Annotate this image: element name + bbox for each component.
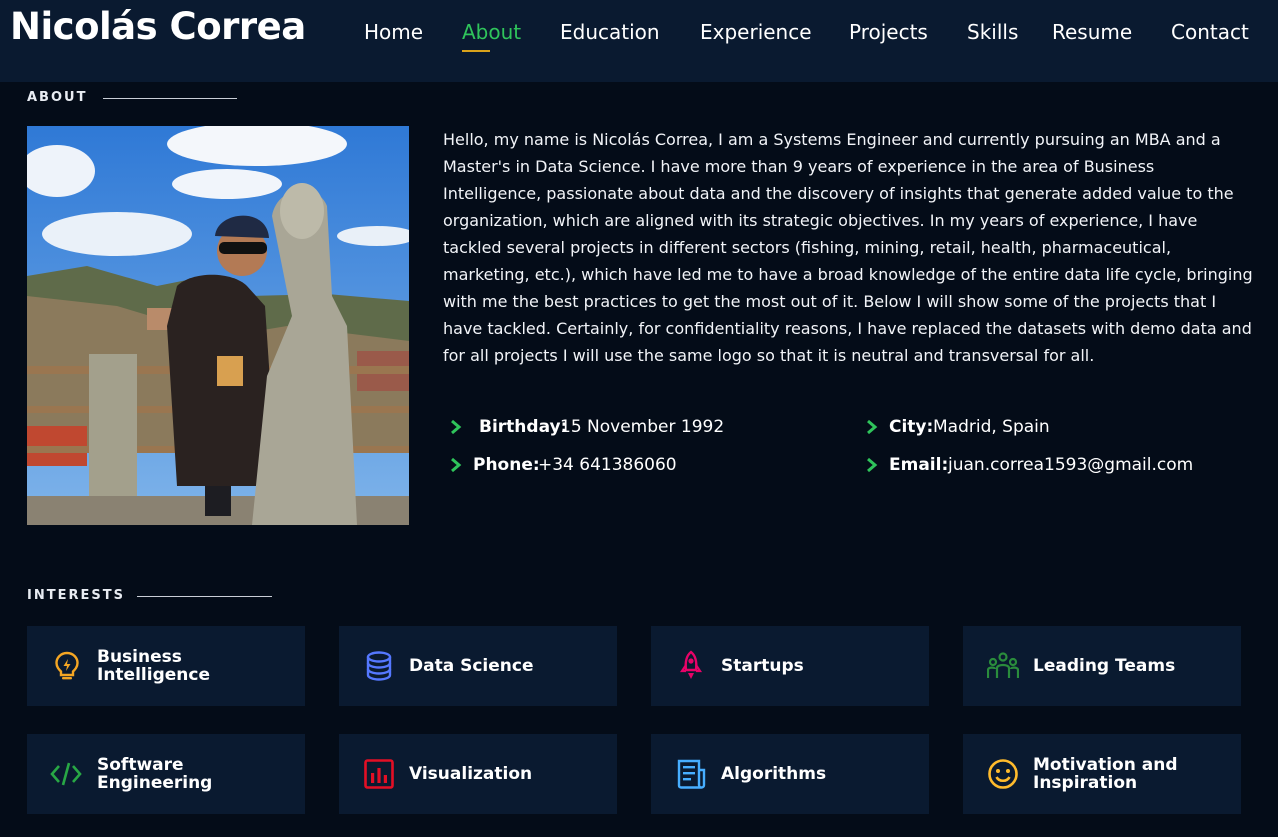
top-navbar: Nicolás Correa Home About Education Expe… <box>0 0 1278 82</box>
interest-card-data-science[interactable]: Data Science <box>339 626 617 706</box>
phone-value: +34 641386060 <box>538 455 677 475</box>
city-label: City: <box>889 417 934 437</box>
interest-card-software-engineering[interactable]: Software Engineering <box>27 734 305 814</box>
nav-about[interactable]: About <box>462 17 521 47</box>
interest-card-algorithms[interactable]: Algorithms <box>651 734 929 814</box>
chevron-right-icon <box>867 457 878 473</box>
interest-label: Leading Teams <box>1033 656 1176 676</box>
interest-label: Business Intelligence <box>97 647 210 685</box>
city-value: Madrid, Spain <box>933 417 1050 437</box>
nav-home[interactable]: Home <box>364 17 423 47</box>
email-value[interactable]: juan.correa1593@gmail.com <box>948 453 1193 477</box>
interest-card-motivation-and-inspiration[interactable]: Motivation and Inspiration <box>963 734 1241 814</box>
about-bio: Hello, my name is Nicolás Correa, I am a… <box>443 130 1253 365</box>
active-nav-underline <box>462 50 490 52</box>
nav-contact[interactable]: Contact <box>1171 17 1249 47</box>
bar-chart-icon <box>364 759 394 789</box>
interest-card-business-intelligence[interactable]: Business Intelligence <box>27 626 305 706</box>
smiley-icon <box>988 759 1018 789</box>
people-icon <box>987 652 1019 678</box>
rocket-icon <box>679 650 703 679</box>
chevron-right-icon <box>451 419 462 435</box>
nav-skills[interactable]: Skills <box>967 17 1018 47</box>
interest-card-visualization[interactable]: Visualization <box>339 734 617 814</box>
code-icon <box>50 762 82 786</box>
interest-label: Visualization <box>409 764 533 784</box>
interest-label: Motivation and Inspiration <box>1033 755 1178 793</box>
interests-section-title: INTERESTS <box>27 588 125 603</box>
interests-title-divider <box>137 596 272 597</box>
phone-label: Phone: <box>473 455 540 475</box>
about-section-title: ABOUT <box>27 90 88 105</box>
database-icon <box>366 651 392 681</box>
interest-label: Data Science <box>409 656 534 676</box>
document-icon <box>677 759 706 789</box>
chevron-right-icon <box>867 419 878 435</box>
nav-projects[interactable]: Projects <box>849 17 928 47</box>
about-title-divider <box>103 98 237 99</box>
interest-card-startups[interactable]: Startups <box>651 626 929 706</box>
nav-experience[interactable]: Experience <box>700 17 812 47</box>
interest-label: Software Engineering <box>97 755 213 793</box>
profile-photo <box>27 126 409 525</box>
email-label: Email: <box>889 455 949 475</box>
interest-label: Algorithms <box>721 764 827 784</box>
birthday-value: 15 November 1992 <box>560 417 725 437</box>
interest-card-leading-teams[interactable]: Leading Teams <box>963 626 1241 706</box>
nav-education[interactable]: Education <box>560 17 660 47</box>
birthday-label: Birthday: <box>479 417 568 437</box>
main-nav: Home About Education Experience Projects… <box>0 17 1278 47</box>
interest-label: Startups <box>721 656 804 676</box>
nav-resume[interactable]: Resume <box>1052 17 1132 47</box>
lightbulb-icon <box>55 651 79 680</box>
chevron-right-icon <box>451 457 462 473</box>
